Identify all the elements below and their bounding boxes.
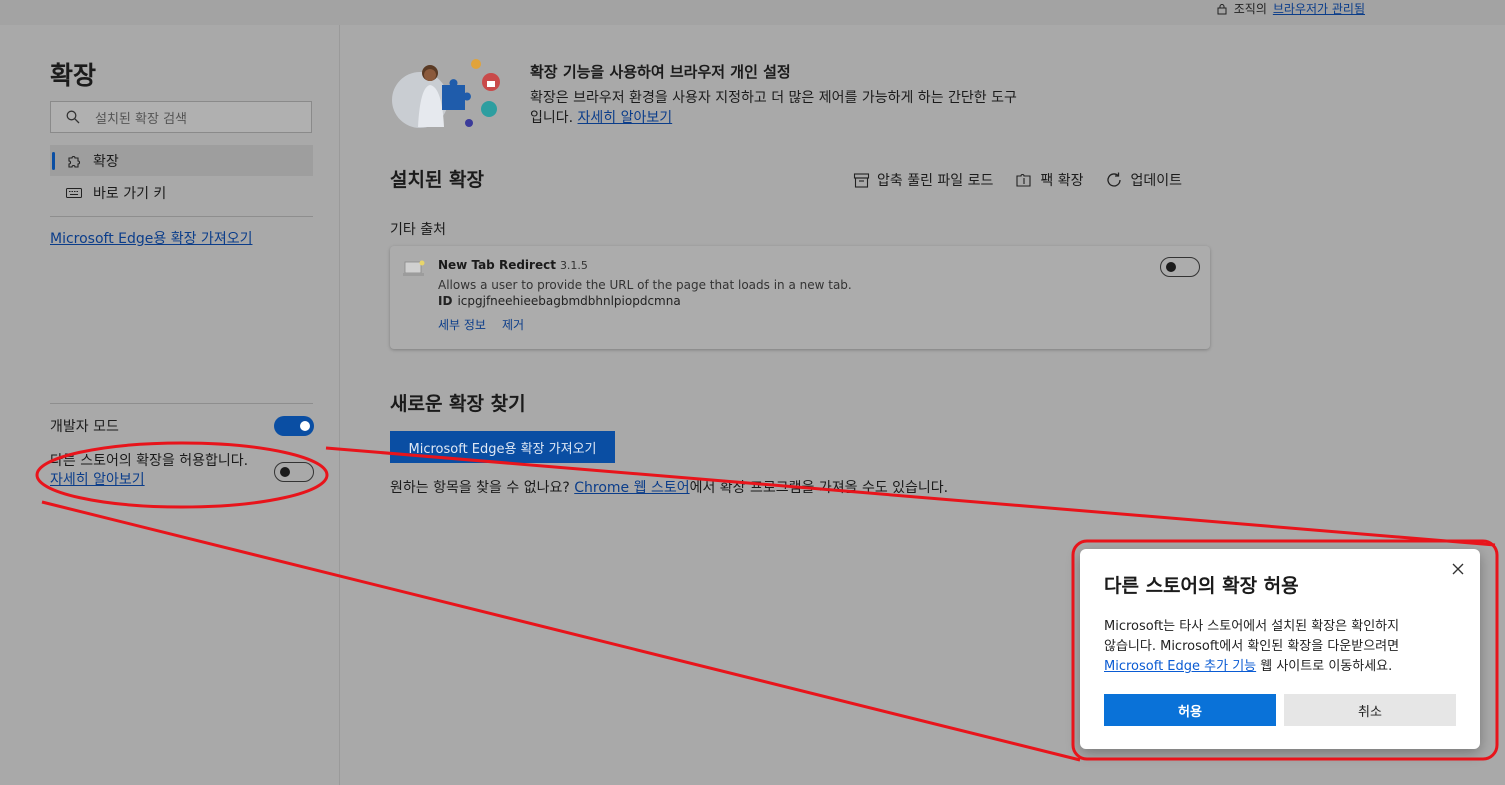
update-button[interactable]: 업데이트 — [1105, 170, 1182, 190]
dialog-title: 다른 스토어의 확장 허용 — [1104, 575, 1299, 597]
toolbar-label: 팩 확장 — [1040, 173, 1084, 189]
chrome-web-store-link[interactable]: Chrome 웹 스토어 — [574, 480, 689, 496]
extensions-illustration-icon — [392, 59, 500, 128]
active-indicator — [52, 151, 55, 170]
extension-laptop-icon — [403, 260, 425, 276]
find-extensions-title: 새로운 확장 찾기 — [390, 393, 526, 415]
refresh-icon — [1107, 172, 1122, 187]
get-extensions-button[interactable]: Microsoft Edge용 확장 가져오기 — [390, 431, 615, 463]
toolbar-label: 압축 풀린 파일 로드 — [877, 173, 994, 189]
sidebar-title: 확장 — [50, 61, 97, 90]
hero-description: 확장은 브라우저 환경을 사용자 지정하고 더 많은 제어를 가능하게 하는 간… — [530, 88, 1090, 128]
developer-mode-label: 개발자 모드 — [50, 419, 119, 435]
managed-link[interactable]: 브라우저가 관리됨 — [1273, 0, 1365, 17]
keyboard-icon — [65, 184, 83, 202]
close-icon[interactable] — [1450, 561, 1466, 577]
allow-other-stores-dialog: 다른 스토어의 확장 허용 Microsoft는 타사 스토어에서 설치된 확장… — [1080, 549, 1480, 749]
extension-actions: 세부 정보 제거 — [438, 316, 524, 333]
allow-other-stores-label: 다른 스토어의 확장을 허용합니다. 자세히 알아보기 — [50, 452, 248, 490]
load-unpacked-button[interactable]: 압축 풀린 파일 로드 — [853, 170, 993, 190]
sidebar-divider — [339, 25, 340, 785]
installed-extensions-title: 설치된 확장 — [390, 169, 485, 191]
search-input[interactable]: 설치된 확장 검색 — [50, 101, 312, 133]
extension-id: ID icpgjfneehieebagbmdbhnlpiopdcmna — [438, 294, 681, 308]
toolbar: 압축 풀린 파일 로드 팩 확장 업데이트 — [853, 170, 1182, 190]
pack-extension-icon — [1016, 173, 1031, 187]
sidebar-item-label: 확장 — [93, 153, 119, 170]
allow-button[interactable]: 허용 — [1104, 694, 1276, 726]
sidebar-separator — [50, 403, 313, 404]
remove-link[interactable]: 제거 — [502, 316, 524, 333]
toggle-knob — [280, 467, 290, 477]
top-bar: 조직의 브라우저가 관리됨 — [0, 0, 1505, 25]
hero-desc-text: 확장은 브라우저 환경을 사용자 지정하고 더 많은 제어를 가능하게 하는 간… — [530, 90, 1017, 106]
load-unpacked-icon — [853, 172, 870, 188]
extension-version: 3.1.5 — [559, 259, 588, 272]
lock-icon — [1217, 3, 1227, 14]
pack-extension-button[interactable]: 팩 확장 — [1015, 170, 1083, 190]
cancel-button[interactable]: 취소 — [1284, 694, 1456, 726]
managed-prefix: 조직의 — [1233, 2, 1267, 16]
allow-other-stores-text: 다른 스토어의 확장을 허용합니다. — [50, 453, 249, 469]
allow-learn-more-link[interactable]: 자세히 알아보기 — [50, 472, 145, 488]
toggle-knob — [300, 421, 310, 431]
search-icon — [66, 110, 80, 124]
details-link[interactable]: 세부 정보 — [438, 316, 486, 333]
annotation-line — [41, 500, 1081, 762]
edge-addons-link[interactable]: Microsoft Edge 추가 기능 — [1104, 659, 1256, 674]
get-extensions-link[interactable]: Microsoft Edge용 확장 가져오기 — [50, 228, 252, 248]
toggle-knob — [1166, 262, 1176, 272]
toolbar-label: 업데이트 — [1130, 173, 1183, 189]
sidebar-item-shortcuts[interactable]: 바로 가기 키 — [50, 177, 313, 208]
search-placeholder: 설치된 확장 검색 — [95, 111, 187, 127]
sidebar-item-label: 바로 가기 키 — [93, 185, 167, 202]
dialog-body: Microsoft는 타사 스토어에서 설치된 확장은 확인하지 않습니다. M… — [1104, 619, 1400, 674]
managed-notice: 조직의 브라우저가 관리됨 — [1216, 0, 1365, 17]
sidebar-separator — [50, 216, 313, 217]
allow-other-stores-toggle[interactable] — [274, 462, 314, 482]
developer-mode-toggle[interactable] — [274, 416, 314, 436]
sidebar-item-extensions[interactable]: 확장 — [50, 145, 313, 176]
cant-find-text: 원하는 항목을 찾을 수 없나요? Chrome 웹 스토어에서 확장 프로그램… — [390, 480, 949, 496]
hero-desc-text-2: 입니다. — [530, 110, 574, 126]
extension-description: Allows a user to provide the URL of the … — [438, 278, 852, 292]
extension-card: New Tab Redirect 3.1.5 Allows a user to p… — [390, 246, 1210, 349]
puzzle-icon — [65, 152, 83, 170]
hero-title: 확장 기능을 사용하여 브라우저 개인 설정 — [530, 63, 791, 81]
other-sources-heading: 기타 출처 — [390, 222, 446, 238]
extension-toggle[interactable] — [1160, 257, 1200, 277]
extension-name: New Tab Redirect 3.1.5 — [438, 258, 588, 272]
hero-learn-more-link[interactable]: 자세히 알아보기 — [578, 110, 673, 126]
